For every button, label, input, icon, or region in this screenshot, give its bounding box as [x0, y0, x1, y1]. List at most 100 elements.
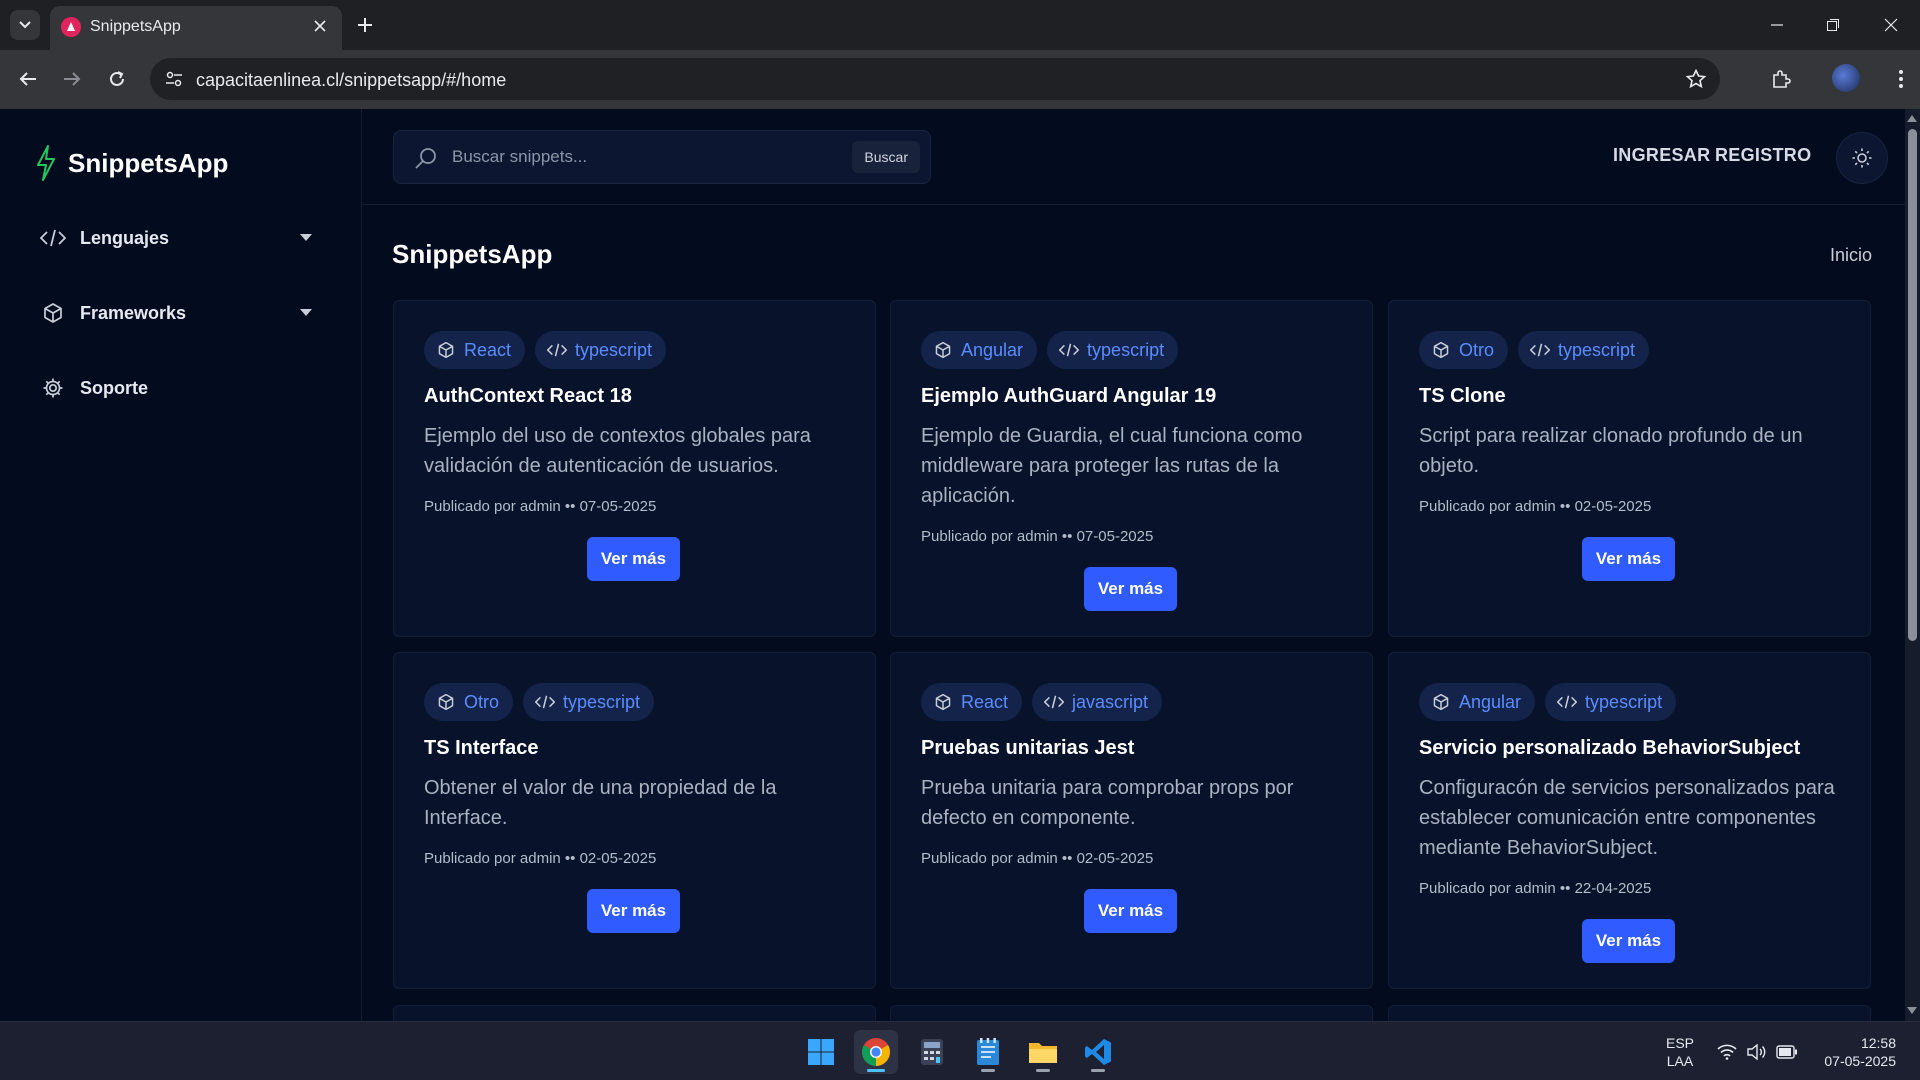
ver-mas-button[interactable]: Ver más [587, 537, 680, 581]
language-badge[interactable]: typescript [523, 683, 655, 721]
snippet-card-partial [890, 1005, 1373, 1021]
plus-icon [358, 18, 372, 32]
address-bar[interactable]: capacitaenlinea.cl/snippetsapp/#/home [150, 58, 1720, 100]
scrollbar-thumb[interactable] [1908, 129, 1917, 641]
sidebar-item-soporte[interactable]: Soporte [40, 368, 322, 408]
framework-badge[interactable]: Angular [921, 331, 1038, 369]
tab-search-button[interactable] [10, 10, 40, 40]
browser-tab[interactable]: SnippetsApp [50, 6, 342, 50]
theme-toggle-button[interactable] [1836, 132, 1888, 184]
register-link[interactable]: REGISTRO [1715, 145, 1811, 166]
card-description: Script para realizar clonado profundo de… [1419, 425, 1803, 477]
active-indicator [867, 1069, 885, 1072]
site-info-button[interactable] [160, 65, 188, 93]
language-label: typescript [575, 339, 653, 360]
wifi-icon[interactable] [1716, 1042, 1738, 1062]
page-scrollbar[interactable] [1905, 109, 1920, 1021]
scroll-up-arrow-icon[interactable] [1907, 115, 1917, 122]
taskbar-calculator[interactable] [910, 1030, 954, 1074]
search-input[interactable] [452, 141, 842, 173]
ver-mas-button[interactable]: Ver más [1582, 537, 1675, 581]
card-badges: React typescript [424, 331, 667, 369]
profile-avatar[interactable] [1832, 64, 1860, 92]
framework-badge[interactable]: Otro [424, 683, 514, 721]
close-window-button[interactable] [1876, 10, 1906, 40]
search-button[interactable]: Buscar [852, 141, 920, 173]
card-meta: Publicado por admin •• 07-05-2025 [424, 498, 657, 515]
box-icon [436, 692, 456, 712]
battery-icon[interactable] [1776, 1042, 1798, 1062]
forward-button[interactable] [56, 63, 88, 95]
clock[interactable]: 12:58 07-05-2025 [1814, 1034, 1896, 1070]
start-button[interactable] [799, 1030, 843, 1074]
box-icon [933, 340, 953, 360]
ver-mas-button[interactable]: Ver más [1582, 919, 1675, 963]
scroll-down-arrow-icon[interactable] [1907, 1007, 1917, 1014]
framework-badge[interactable]: React [424, 331, 526, 369]
framework-badge[interactable]: Otro [1419, 331, 1509, 369]
extensions-button[interactable] [1765, 63, 1797, 95]
ver-mas-button[interactable]: Ver más [587, 889, 680, 933]
ver-mas-button[interactable]: Ver más [1084, 567, 1177, 611]
page-title: SnippetsApp [392, 239, 553, 269]
sidebar: SnippetsApp Lenguajes Frameworks Soporte [0, 109, 362, 1021]
notepad-icon [977, 1038, 999, 1065]
sidebar-item-lenguajes[interactable]: Lenguajes [40, 218, 322, 258]
browser-menu-button[interactable] [1885, 63, 1917, 95]
language-badge[interactable]: typescript [1047, 331, 1179, 369]
code-icon [1557, 692, 1578, 712]
url-text[interactable]: capacitaenlinea.cl/snippetsapp/#/home [196, 70, 506, 91]
more-vertical-icon [1899, 70, 1903, 88]
breadcrumb[interactable]: Inicio [1830, 245, 1872, 266]
sidebar-item-frameworks[interactable]: Frameworks [40, 293, 322, 333]
tab-close-button[interactable] [310, 16, 330, 36]
caret-down-icon[interactable] [300, 309, 312, 316]
language-label: typescript [1087, 339, 1165, 360]
vscode-icon [1085, 1039, 1111, 1065]
search-box: Buscar [393, 130, 931, 184]
taskbar-file-explorer[interactable] [1021, 1030, 1065, 1074]
minimize-button[interactable] [1762, 10, 1792, 40]
login-link[interactable]: INGRESAR [1613, 145, 1710, 166]
card-title: TS Clone [1419, 385, 1506, 407]
framework-label: Otro [1459, 339, 1495, 360]
reload-button[interactable] [101, 63, 133, 95]
arrow-right-icon [64, 72, 81, 86]
input-language[interactable]: ESP LAA [1666, 1034, 1694, 1070]
brand[interactable]: SnippetsApp [36, 145, 228, 181]
restore-button[interactable] [1818, 10, 1848, 40]
taskbar-chrome[interactable] [854, 1030, 898, 1074]
language-badge[interactable]: javascript [1032, 683, 1163, 721]
snippet-card: Angular typescript Ejemplo AuthGuard Ang… [890, 300, 1373, 637]
bookmark-button[interactable] [1684, 67, 1708, 91]
folder-icon [1029, 1043, 1057, 1063]
back-button[interactable] [12, 63, 44, 95]
language-badge[interactable]: typescript [1545, 683, 1677, 721]
clock-time: 12:58 [1860, 1035, 1896, 1051]
code-icon [1044, 692, 1065, 712]
caret-down-icon[interactable] [300, 234, 312, 241]
gear-icon [40, 375, 66, 401]
bolt-icon [37, 145, 55, 181]
box-icon [436, 340, 456, 360]
framework-badge[interactable]: Angular [1419, 683, 1536, 721]
framework-badge[interactable]: React [921, 683, 1023, 721]
snippet-card: Otro typescript TS Interface Obtener el … [393, 652, 876, 989]
close-icon [1884, 18, 1898, 32]
card-meta: Publicado por admin •• 22-04-2025 [1419, 880, 1652, 897]
snippet-card: React javascript Pruebas unitarias Jest … [890, 652, 1373, 989]
clock-date: 07-05-2025 [1824, 1053, 1896, 1069]
tab-title: SnippetsApp [90, 18, 181, 35]
box-icon [40, 300, 66, 326]
taskbar-vscode[interactable] [1076, 1030, 1120, 1074]
framework-label: React [464, 339, 512, 360]
volume-icon[interactable] [1746, 1042, 1768, 1062]
language-badge[interactable]: typescript [535, 331, 667, 369]
language-badge[interactable]: typescript [1518, 331, 1650, 369]
taskbar-notepad[interactable] [966, 1030, 1010, 1074]
ver-mas-button[interactable]: Ver más [1084, 889, 1177, 933]
new-tab-button[interactable] [352, 12, 378, 38]
framework-label: Angular [1459, 691, 1522, 712]
snippet-card: React typescript AuthContext React 18 Ej… [393, 300, 876, 637]
taskbar: ESP LAA 12:58 07-05-2025 [0, 1021, 1920, 1080]
